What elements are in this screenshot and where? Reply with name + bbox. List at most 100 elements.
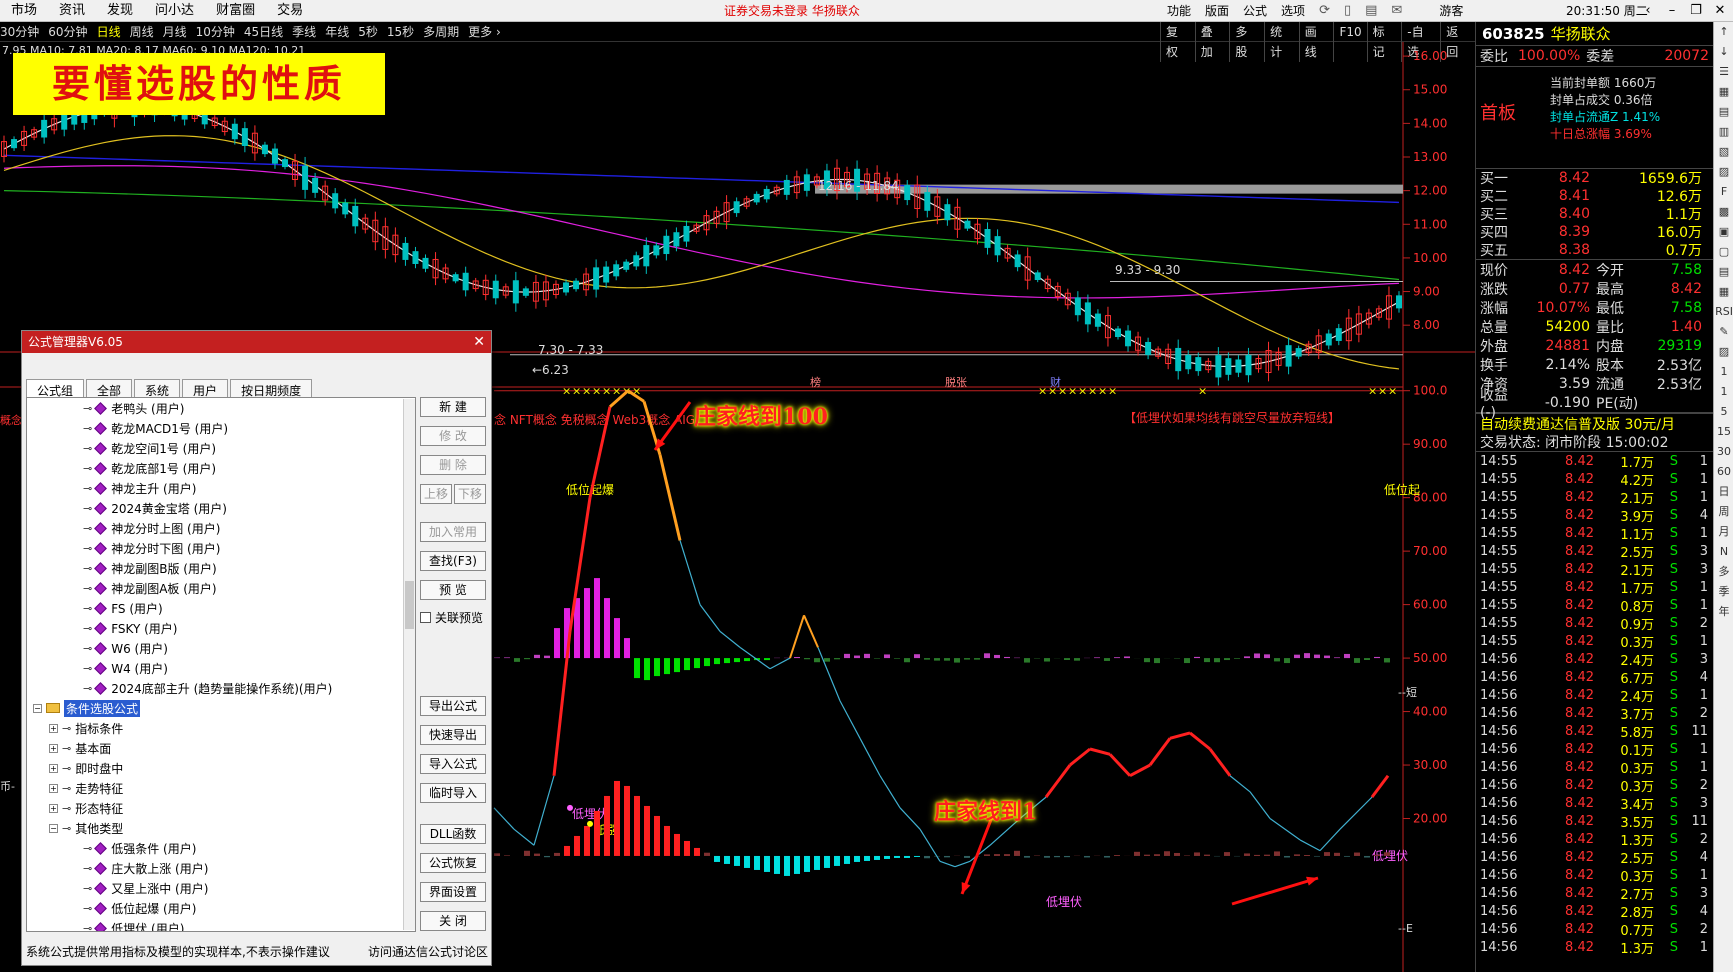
move-down-button[interactable]: 下移	[454, 484, 486, 504]
strip-icon-4[interactable]: ▤	[1714, 102, 1733, 122]
dialog-button-buttons_top-2[interactable]: 删 除	[420, 455, 486, 475]
menu-item-5[interactable]: 交易	[266, 0, 314, 22]
dialog-button-buttons_top-0[interactable]: 新 建	[420, 397, 486, 417]
subscription-ad[interactable]: 自动续费通达信普及版 30元/月	[1476, 413, 1713, 433]
formula-tree[interactable]: ⊸ 老鸭头 (用户) ⊸ 乾龙MACD1号 (用户) ⊸ 乾龙空间1号 (用户) ⊸ 乾龙底部…	[26, 397, 416, 932]
dialog-button-buttons_mid-2[interactable]: 预 览	[420, 580, 486, 600]
collapse-icon[interactable]: −	[33, 703, 42, 713]
strip-icon-11[interactable]: ▢	[1714, 242, 1733, 262]
tree-item[interactable]: − 条件选股公式	[27, 698, 415, 718]
menu-item-1[interactable]: 资讯	[48, 0, 96, 22]
tree-item[interactable]: ⊸ 2024底部主升 (趋势量能操作系统)(用户)	[27, 678, 415, 698]
period-3[interactable]: 周线	[130, 25, 160, 39]
tree-item[interactable]: ⊸ 乾龙MACD1号 (用户)	[27, 418, 415, 438]
doc-icon[interactable]: ▤	[1358, 0, 1384, 22]
strip-icon-20[interactable]: 15	[1714, 422, 1733, 442]
tree-item[interactable]: ⊸ 庄大散上涨 (用户)	[27, 858, 415, 878]
dialog-button-buttons_bottom-0[interactable]: 导出公式	[420, 696, 486, 716]
strip-icon-24[interactable]: 周	[1714, 502, 1733, 522]
tree-item[interactable]: ⊸ 又星上涨中 (用户)	[27, 878, 415, 898]
tree-item[interactable]: + ⊸ 即时盘中	[27, 758, 415, 778]
strip-icon-7[interactable]: ▨	[1714, 162, 1733, 182]
restore-icon[interactable]: ❐	[1684, 0, 1708, 22]
menu-layout[interactable]: 版面	[1198, 0, 1236, 22]
expand-icon[interactable]: +	[49, 803, 58, 813]
mail-icon[interactable]: ✉	[1384, 0, 1409, 22]
strip-icon-22[interactable]: 60	[1714, 462, 1733, 482]
dialog-button-buttons_mid-1[interactable]: 查找(F3)	[420, 551, 486, 571]
strip-icon-6[interactable]: ▧	[1714, 142, 1733, 162]
strip-icon-0[interactable]: ↑	[1714, 22, 1733, 42]
strip-icon-9[interactable]: ▩	[1714, 202, 1733, 222]
strip-icon-27[interactable]: 多	[1714, 562, 1733, 582]
tree-item[interactable]: ⊸ FSKY (用户)	[27, 618, 415, 638]
period-5[interactable]: 10分钟	[196, 25, 241, 39]
period-4[interactable]: 月线	[163, 25, 193, 39]
guest-label[interactable]: 游客	[1409, 0, 1470, 22]
strip-icon-29[interactable]: 年	[1714, 602, 1733, 622]
tree-item[interactable]: + ⊸ 走势特征	[27, 778, 415, 798]
strip-icon-10[interactable]: ▣	[1714, 222, 1733, 242]
strip-icon-3[interactable]: ▦	[1714, 82, 1733, 102]
tree-item[interactable]: ⊸ 神龙副图A板 (用户)	[27, 578, 415, 598]
period-10[interactable]: 15秒	[387, 25, 420, 39]
strip-icon-15[interactable]: ✎	[1714, 322, 1733, 342]
tree-item[interactable]: + ⊸ 形态特征	[27, 798, 415, 818]
dialog-button-buttons_bottom2-0[interactable]: DLL函数	[420, 824, 486, 844]
close-icon[interactable]: ✕	[1708, 0, 1732, 22]
menu-item-3[interactable]: 问小达	[144, 0, 205, 22]
tree-item[interactable]: ⊸ 神龙主升 (用户)	[27, 478, 415, 498]
period-1[interactable]: 60分钟	[48, 25, 93, 39]
strip-icon-26[interactable]: N	[1714, 542, 1733, 562]
strip-icon-28[interactable]: 季	[1714, 582, 1733, 602]
menu-options[interactable]: 选项	[1274, 0, 1312, 22]
tree-item[interactable]: + ⊸ 指标条件	[27, 718, 415, 738]
strip-icon-18[interactable]: 1	[1714, 382, 1733, 402]
tree-item[interactable]: − ⊸ 其他类型	[27, 818, 415, 838]
expand-icon[interactable]: +	[49, 783, 58, 793]
strip-icon-1[interactable]: ↓	[1714, 42, 1733, 62]
tree-item[interactable]: ⊸ 乾龙底部1号 (用户)	[27, 458, 415, 478]
dialog-titlebar[interactable]: 公式管理器V6.05 ✕	[22, 331, 491, 353]
strip-icon-17[interactable]: 1	[1714, 362, 1733, 382]
tree-item[interactable]: ⊸ 低强条件 (用户)	[27, 838, 415, 858]
period-9[interactable]: 5秒	[358, 25, 384, 39]
period-12[interactable]: 更多 ›	[468, 25, 507, 39]
period-8[interactable]: 年线	[325, 25, 355, 39]
dialog-button-buttons_bottom-2[interactable]: 导入公式	[420, 754, 486, 774]
dialog-button-buttons_mid-0[interactable]: 加入常用	[420, 522, 486, 542]
collapse-icon[interactable]: −	[49, 823, 58, 833]
strip-icon-2[interactable]: ☰	[1714, 62, 1733, 82]
menu-formula[interactable]: 公式	[1236, 0, 1274, 22]
menu-item-4[interactable]: 财富圈	[205, 0, 266, 22]
period-0[interactable]: 30分钟	[0, 25, 45, 39]
expand-icon[interactable]: +	[49, 723, 58, 733]
strip-icon-14[interactable]: RSI	[1714, 302, 1733, 322]
expand-icon[interactable]: +	[49, 763, 58, 773]
tree-item[interactable]: ⊸ 神龙分时下图 (用户)	[27, 538, 415, 558]
strip-icon-12[interactable]: ▤	[1714, 262, 1733, 282]
tree-item[interactable]: ⊸ 乾龙空间1号 (用户)	[27, 438, 415, 458]
phone-icon[interactable]: ▯	[1337, 0, 1358, 22]
period-6[interactable]: 45日线	[244, 25, 289, 39]
strip-icon-25[interactable]: 月	[1714, 522, 1733, 542]
tree-item[interactable]: ⊸ 神龙副图B版 (用户)	[27, 558, 415, 578]
tree-item[interactable]: + ⊸ 基本面	[27, 738, 415, 758]
preview-checkbox[interactable]: 关联预览	[420, 609, 488, 626]
period-2[interactable]: 日线	[97, 25, 127, 39]
back-icon[interactable]: ‹	[1636, 0, 1660, 22]
strip-icon-13[interactable]: ▦	[1714, 282, 1733, 302]
strip-icon-5[interactable]: ▥	[1714, 122, 1733, 142]
dialog-button-buttons_bottom-1[interactable]: 快速导出	[420, 725, 486, 745]
menu-item-0[interactable]: 市场	[0, 0, 48, 22]
strip-icon-23[interactable]: 日	[1714, 482, 1733, 502]
tree-item[interactable]: ⊸ FS (用户)	[27, 598, 415, 618]
tree-item[interactable]: ⊸ W4 (用户)	[27, 658, 415, 678]
dialog-button-buttons_bottom2-3[interactable]: 关 闭	[420, 911, 486, 931]
minimize-icon[interactable]: –	[1660, 0, 1684, 22]
period-7[interactable]: 季线	[292, 25, 322, 39]
strip-icon-19[interactable]: 5	[1714, 402, 1733, 422]
refresh-icon[interactable]: ⟳	[1312, 0, 1337, 22]
menu-function[interactable]: 功能	[1160, 0, 1198, 22]
tree-item[interactable]: ⊸ W6 (用户)	[27, 638, 415, 658]
